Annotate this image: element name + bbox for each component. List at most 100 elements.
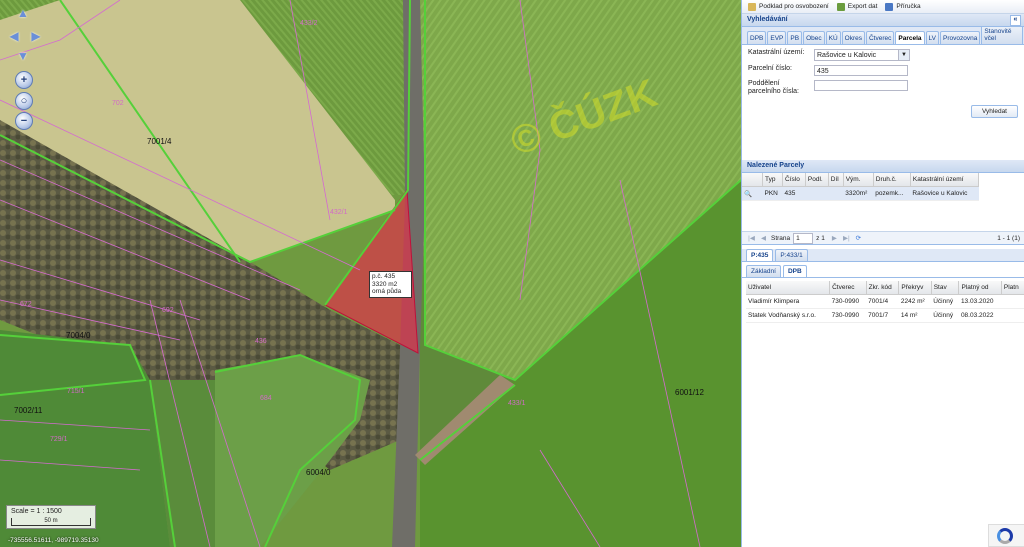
table-cell: PKN xyxy=(762,186,783,201)
table-cell: Statek Vodňanský s.r.o. xyxy=(746,308,830,323)
table-cell: Účinný xyxy=(931,308,959,323)
tab-parcela[interactable]: Parcela xyxy=(895,31,925,44)
manual-button[interactable]: Příručka xyxy=(885,2,921,11)
tab-lv[interactable]: LV xyxy=(925,31,939,44)
table-cell xyxy=(1001,294,1024,309)
parcel-label: Parcelní číslo: xyxy=(748,65,792,72)
column-header[interactable]: Platn xyxy=(1001,281,1024,295)
column-header[interactable]: Číslo xyxy=(782,173,806,187)
tab-pb[interactable]: PB xyxy=(787,31,803,44)
parcel-tooltip: p.č. 435 3320 m2 orná půda xyxy=(369,271,412,298)
podd-input[interactable] xyxy=(814,80,908,91)
table-cell: Rašovice u Kalovic xyxy=(910,186,979,201)
table-cell: 730-0990 xyxy=(829,294,867,309)
map-label: 7002/11 xyxy=(14,406,43,415)
column-header[interactable]: Díl xyxy=(828,173,844,187)
scale-text: Scale = 1 : 1500 xyxy=(11,508,62,515)
table-cell: 730-0990 xyxy=(829,308,867,323)
tab-evp[interactable]: EVP xyxy=(767,31,787,44)
table-cell: 14 m² xyxy=(898,308,932,323)
chevron-down-icon[interactable]: ▼ xyxy=(898,50,909,60)
tab-kú[interactable]: KÚ xyxy=(825,31,841,44)
parcel-number-input[interactable]: 435 xyxy=(814,65,908,76)
last-page-icon[interactable]: ▶| xyxy=(842,234,851,242)
katastr-select[interactable]: Rašovice u Kalovic ▼ xyxy=(814,49,910,61)
table-row[interactable]: Vladimír Klimpera 730-0990 7001/4 2242 m² Úč… xyxy=(746,294,1024,309)
map-view[interactable]: © ČÚZK 7001/4 6001/12 7002/11 6004/0 700… xyxy=(0,0,741,547)
page-input[interactable]: 1 xyxy=(793,232,814,244)
table-row[interactable]: 🔍 PKN 435 3320m² pozemk... Rašovice u Kalovic xyxy=(742,186,979,201)
column-header[interactable]: Podl. xyxy=(805,173,829,187)
podd-label: Poddělení parcelního čísla: xyxy=(748,80,799,95)
map-label-pink: 433/1 xyxy=(508,400,526,407)
table-cell xyxy=(805,186,829,201)
table-cell: 2242 m² xyxy=(898,294,932,309)
tab-stanovitě včel[interactable]: Stanovitě včel xyxy=(981,24,1023,44)
pan-right-icon[interactable]: ▶ xyxy=(30,30,42,42)
prev-page-icon[interactable]: ◀ xyxy=(759,234,768,242)
table-cell: Účinný xyxy=(931,294,959,309)
tab-okres[interactable]: Okres xyxy=(841,31,865,44)
map-label-pink: 436 xyxy=(255,338,267,345)
column-header[interactable]: Čtverec xyxy=(829,281,867,295)
search-row-icon[interactable]: 🔍 xyxy=(742,186,763,201)
tip-line: 3320 m2 xyxy=(372,280,398,288)
page-total: z 1 xyxy=(816,234,825,242)
side-panel: Podklad pro osvobození Export dat Příruč… xyxy=(741,0,1024,547)
pan-left-icon[interactable]: ◀ xyxy=(8,30,20,42)
map-label-pink: 672 xyxy=(20,301,32,308)
search-tabs: DPB EVP PB Obec KÚ Okres Čtverec Parcela LV Provo… xyxy=(742,24,1024,45)
sub-tab[interactable]: Základní xyxy=(746,265,781,277)
recaptcha-badge[interactable] xyxy=(988,524,1024,547)
tab-provozovna[interactable]: Provozovna xyxy=(940,31,981,44)
export-label: Export dat xyxy=(847,3,878,10)
map-label-pink: 684 xyxy=(260,395,272,402)
tab-obec[interactable]: Obec xyxy=(803,31,825,44)
map-label: 7004/0 xyxy=(66,331,91,340)
zoom-extent-icon[interactable]: ○ xyxy=(15,92,33,110)
export-button[interactable]: Export dat xyxy=(836,2,878,11)
table-row[interactable]: Statek Vodňanský s.r.o. 730-0990 7001/7 14 … xyxy=(746,308,1024,323)
tab-dpb[interactable]: DPB xyxy=(747,31,767,44)
column-header[interactable]: Typ xyxy=(762,173,784,187)
table-cell: 7001/4 xyxy=(866,294,899,309)
column-header[interactable]: Stav xyxy=(931,281,960,295)
zoom-in-icon[interactable]: + xyxy=(15,71,33,89)
detail-tab[interactable]: P:433/1 xyxy=(775,249,808,261)
map-label-pink: 702 xyxy=(112,100,124,107)
document-icon xyxy=(748,2,756,11)
table-cell: 08.03.2022 xyxy=(958,308,1002,323)
zoom-out-icon[interactable]: − xyxy=(15,112,33,130)
column-header[interactable]: Překryv xyxy=(898,281,932,295)
collapse-icon[interactable]: « xyxy=(1010,15,1021,26)
table-cell: 7001/7 xyxy=(866,308,899,323)
podklad-button[interactable]: Podklad pro osvobození xyxy=(748,2,829,11)
first-page-icon[interactable]: |◀ xyxy=(747,234,756,242)
refresh-icon[interactable]: ⟳ xyxy=(854,234,863,242)
table-cell xyxy=(1001,308,1024,323)
toolbar: Podklad pro osvobození Export dat Příruč… xyxy=(742,0,1024,14)
parcel-search-form: Katastrální území: Rašovice u Kalovic ▼ P… xyxy=(742,45,1024,131)
detail-tab[interactable]: P:435 xyxy=(746,249,774,261)
next-page-icon[interactable]: ▶ xyxy=(830,234,839,242)
column-header[interactable]: Uživatel xyxy=(746,281,831,295)
sub-tab[interactable]: DPB xyxy=(782,265,807,277)
column-header[interactable]: Vým. xyxy=(843,173,874,187)
tab-čtverec[interactable]: Čtverec xyxy=(865,31,895,44)
scale-bar: 50 m xyxy=(11,518,91,526)
column-header[interactable]: Platný od xyxy=(958,281,1002,295)
dpb-table: Uživatel Čtverec Zkr. kód Překryv Stav Platný… xyxy=(746,281,1024,323)
podklad-label: Podklad pro osvobození xyxy=(759,3,829,10)
pan-down-icon[interactable]: ▼ xyxy=(17,50,29,62)
search-button[interactable]: Vyhledat xyxy=(970,105,1018,118)
column-header[interactable]: Katastrální území xyxy=(910,173,980,187)
column-header[interactable]: Zkr. kód xyxy=(866,281,900,295)
map-label-pink: 729/1 xyxy=(50,436,68,443)
map-label-pink: 432/1 xyxy=(330,209,348,216)
map-label: 6001/12 xyxy=(675,388,704,397)
column-header[interactable]: Druh.č. xyxy=(873,173,911,187)
pan-up-icon[interactable]: ▲ xyxy=(17,7,29,19)
detail-tabs: P:435 P:433/1 xyxy=(742,249,1024,262)
found-header: Nalezené Parcely xyxy=(742,160,1024,173)
search-header: Vyhledávání « xyxy=(742,14,1024,27)
